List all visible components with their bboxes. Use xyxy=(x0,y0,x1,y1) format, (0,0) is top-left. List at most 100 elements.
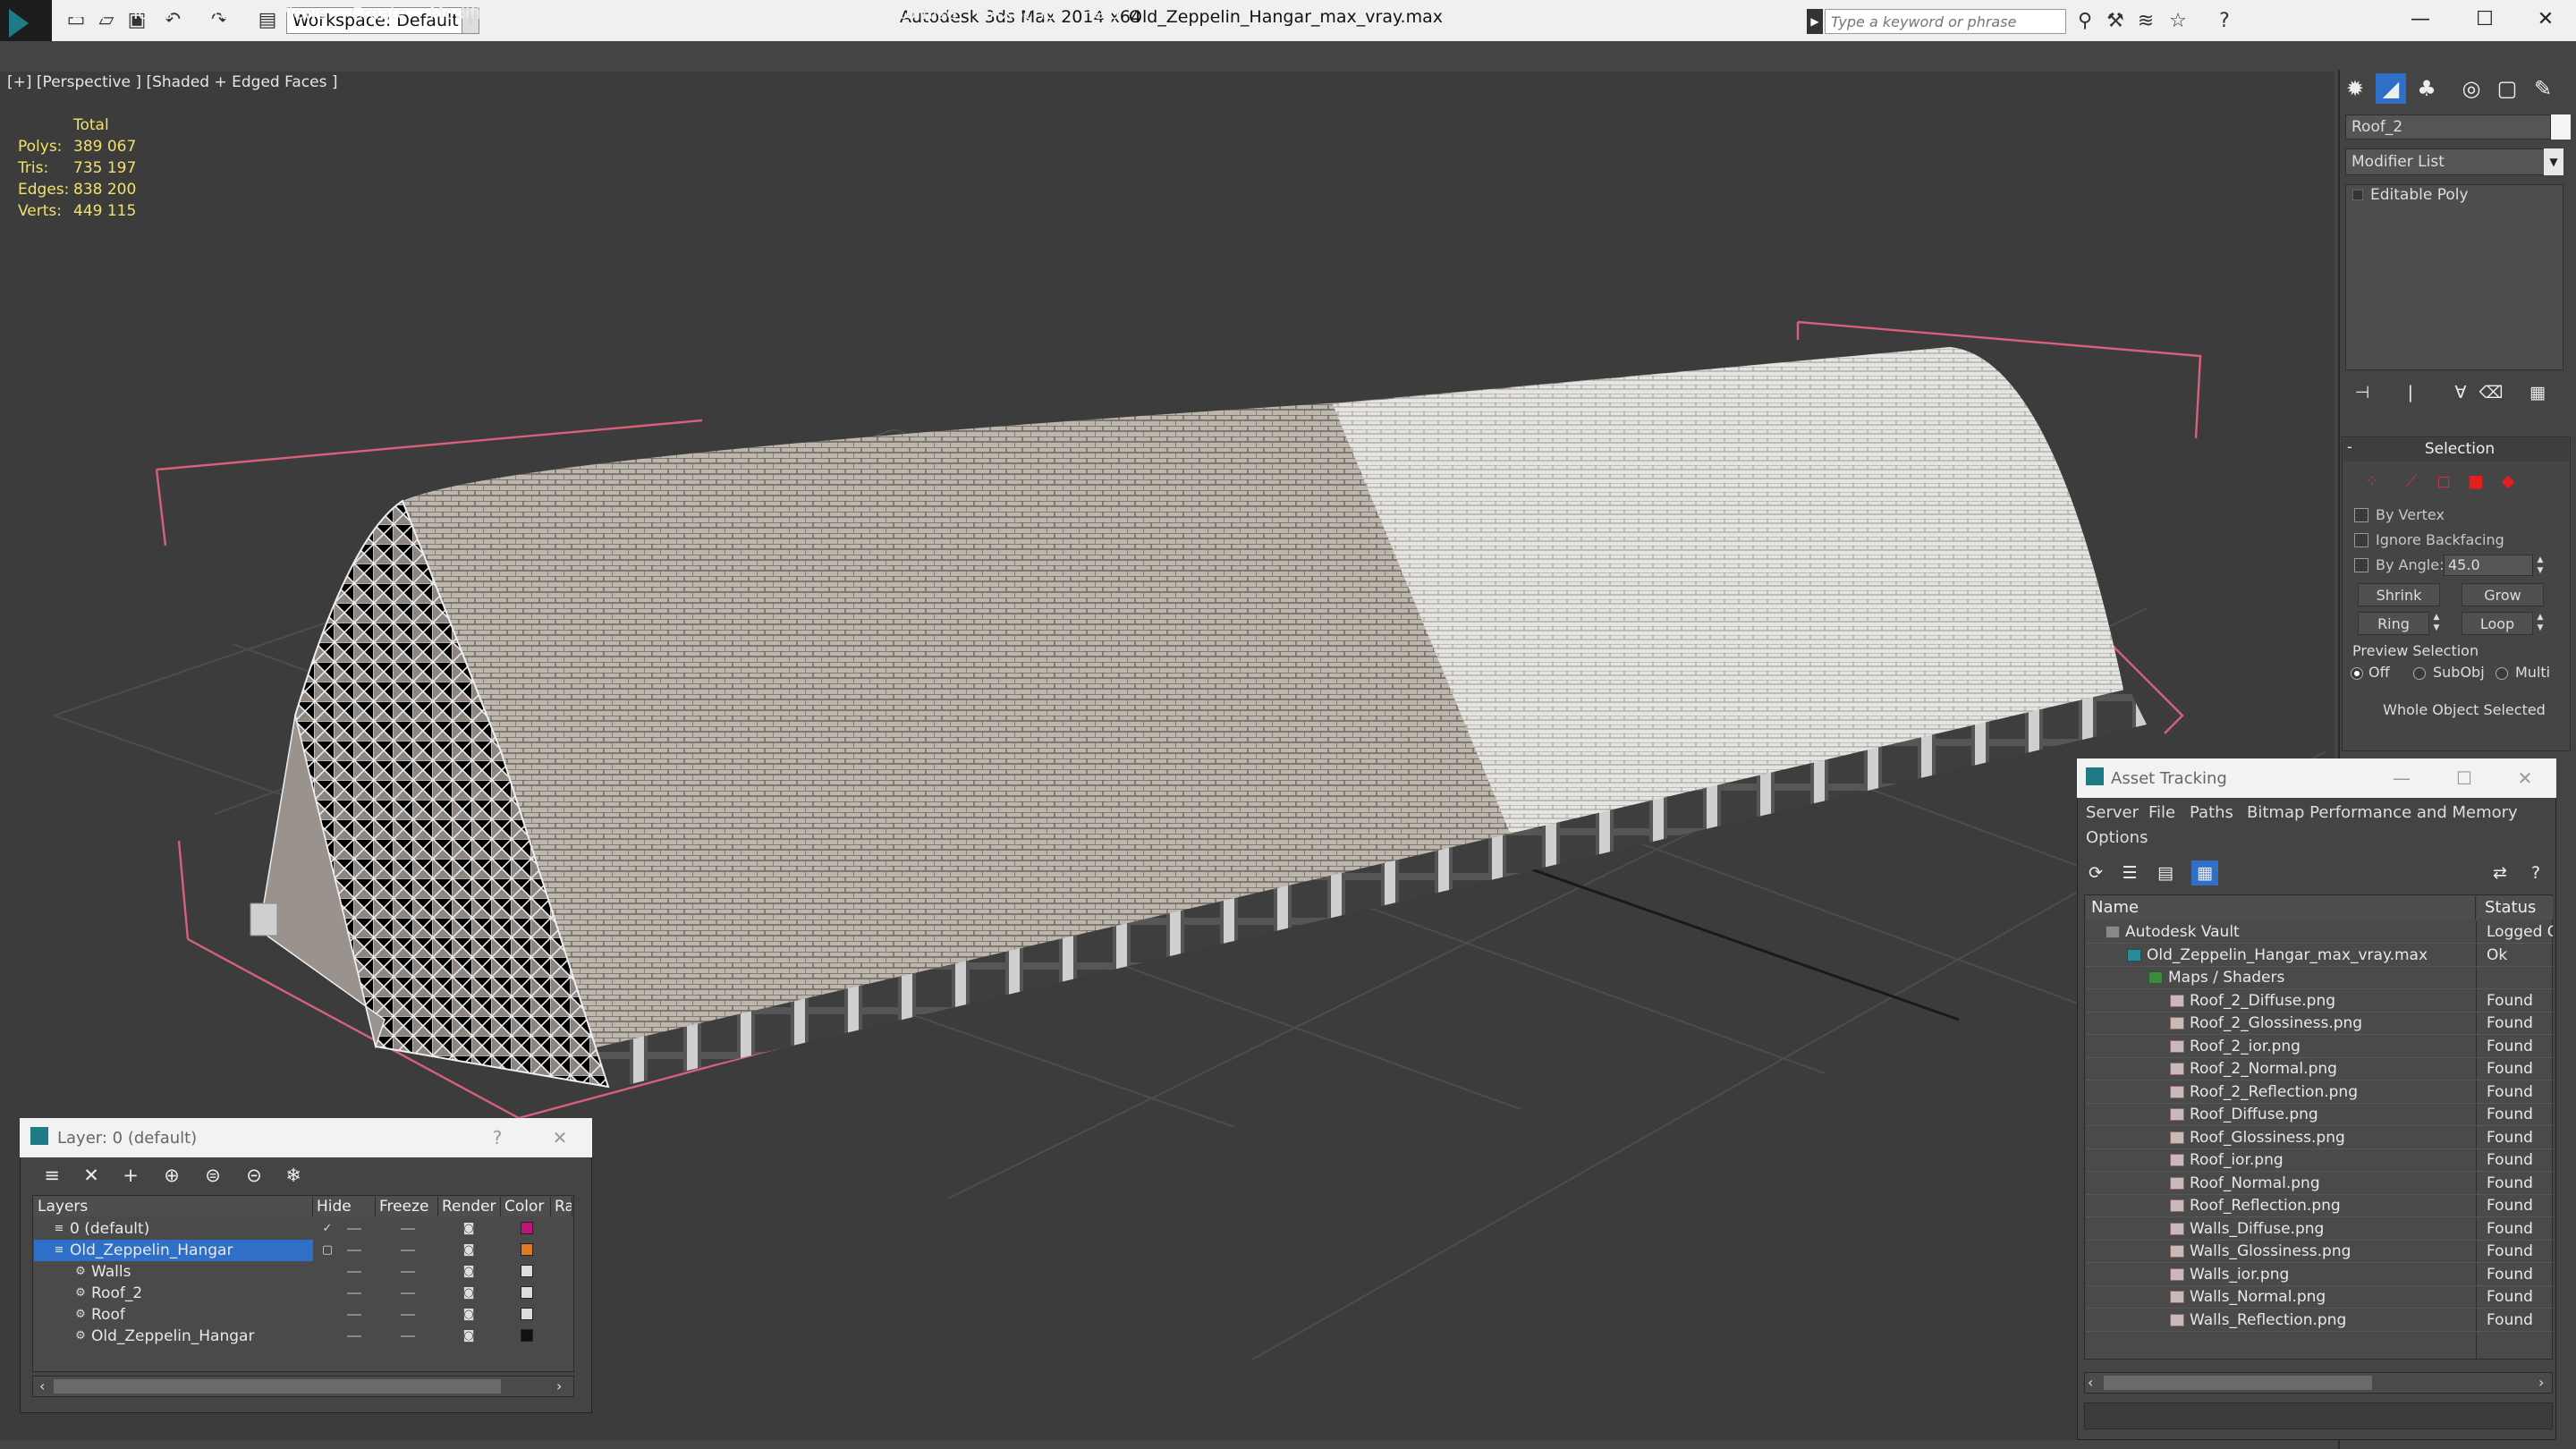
table-row[interactable]: Old_Zeppelin_Hangar_max_vray.max Ok xyxy=(2086,945,2553,967)
add-to-layer-icon[interactable]: + xyxy=(116,1161,145,1190)
motion-tab-icon[interactable]: ◎ xyxy=(2456,73,2487,104)
menu-customize[interactable]: Customize xyxy=(868,4,957,23)
menu-maxscript[interactable]: MAXScript xyxy=(975,4,1063,23)
loop-spinner-icon[interactable]: ▲ ▼ xyxy=(2535,612,2546,633)
render-teapot-icon[interactable]: ◙ xyxy=(462,1308,476,1322)
layer-color-swatch[interactable] xyxy=(521,1286,533,1299)
menu-modifiers[interactable]: Modifiers xyxy=(429,4,507,23)
scroll-left-icon[interactable]: ‹ xyxy=(2088,1374,2093,1391)
loop-button[interactable]: Loop xyxy=(2462,612,2533,635)
freeze-toggle[interactable] xyxy=(401,1271,415,1273)
table-row[interactable]: Maps / Shaders xyxy=(2086,967,2553,989)
layer-row[interactable]: ⚙ Roof ◙ xyxy=(34,1304,572,1326)
layer-row[interactable]: ⚙ Old_Zeppelin_Hangar ◙ xyxy=(34,1326,572,1347)
menu-create[interactable]: Create xyxy=(351,4,407,23)
column-header-render[interactable]: Render xyxy=(438,1197,501,1216)
freeze-toggle[interactable] xyxy=(401,1250,415,1251)
stack-item-editable-poly[interactable]: Editable Poly xyxy=(2352,186,2469,204)
close-icon[interactable]: ✕ xyxy=(533,1120,587,1156)
scroll-right-icon[interactable]: › xyxy=(556,1377,562,1394)
create-tab-icon[interactable]: ✹ xyxy=(2340,73,2370,104)
freeze-toggle[interactable] xyxy=(401,1314,415,1316)
search-expand-icon[interactable]: ▶ xyxy=(1807,9,1823,34)
asset-path-field[interactable] xyxy=(2084,1402,2553,1429)
hide-toggle[interactable] xyxy=(347,1250,361,1251)
menu-rendering[interactable]: Rendering xyxy=(762,4,849,23)
at-menu-bitmap-performance[interactable]: Bitmap Performance and Memory xyxy=(2247,803,2518,822)
table-view-icon[interactable]: ▦ xyxy=(2191,860,2218,886)
table-row[interactable]: Walls_Diffuse.png Found xyxy=(2086,1218,2553,1241)
menu-views[interactable]: Views xyxy=(277,4,326,23)
at-menu-file[interactable]: File xyxy=(2148,803,2175,822)
highlight-layer-icon[interactable]: ⊜ xyxy=(199,1161,227,1190)
minimize-icon[interactable]: — xyxy=(2394,4,2447,36)
render-teapot-icon[interactable]: ◙ xyxy=(462,1329,476,1343)
star-icon[interactable]: ☆ xyxy=(2165,9,2191,34)
close-icon[interactable]: ✕ xyxy=(2519,4,2572,36)
table-row[interactable]: Roof_2_Diffuse.png Found xyxy=(2086,990,2553,1013)
make-unique-icon[interactable]: ∀ xyxy=(2447,381,2474,404)
table-row[interactable]: Roof_Glossiness.png Found xyxy=(2086,1127,2553,1149)
hide-toggle[interactable] xyxy=(347,1335,361,1337)
border-mode-icon[interactable]: ◻ xyxy=(2433,470,2454,492)
help-icon[interactable]: ? xyxy=(2522,860,2549,886)
at-menu-paths[interactable]: Paths xyxy=(2190,803,2233,822)
set-current-layer-icon[interactable]: ▢ xyxy=(320,1243,335,1258)
render-teapot-icon[interactable]: ◙ xyxy=(462,1243,476,1258)
element-mode-icon[interactable]: ◆ xyxy=(2497,470,2519,492)
pin-stack-icon[interactable]: ⊣ xyxy=(2349,381,2376,404)
table-row[interactable]: Walls_ior.png Found xyxy=(2086,1264,2553,1286)
search-input[interactable] xyxy=(1825,9,2066,34)
freeze-all-icon[interactable]: ❄ xyxy=(279,1161,308,1190)
column-header-layers[interactable]: Layers xyxy=(34,1197,313,1216)
hide-toggle[interactable] xyxy=(347,1228,361,1230)
select-objects-icon[interactable]: ⊕ xyxy=(157,1161,186,1190)
lightbulb-icon[interactable] xyxy=(2352,190,2363,200)
hide-toggle[interactable] xyxy=(347,1314,361,1316)
ring-spinner-icon[interactable]: ▲ ▼ xyxy=(2431,612,2442,633)
column-header-freeze[interactable]: Freeze xyxy=(376,1197,438,1216)
object-name-field[interactable]: Roof_2 xyxy=(2345,114,2551,140)
table-row[interactable]: Roof_2_Reflection.png Found xyxy=(2086,1081,2553,1104)
column-header-status[interactable]: Status xyxy=(2478,896,2553,919)
detail-view-icon[interactable]: ▤ xyxy=(2152,860,2179,886)
render-teapot-icon[interactable]: ◙ xyxy=(462,1265,476,1279)
viewport-label[interactable]: [+] [Perspective ] [Shaded + Edged Faces… xyxy=(7,73,337,91)
menu-tools[interactable]: Tools xyxy=(131,4,173,23)
grow-button[interactable]: Grow xyxy=(2462,583,2544,606)
collapse-icon[interactable]: - xyxy=(2347,438,2352,455)
list-view-icon[interactable]: ☰ xyxy=(2116,860,2143,886)
preview-multi-radio[interactable] xyxy=(2496,667,2508,680)
maximize-icon[interactable]: ☐ xyxy=(2433,760,2496,796)
column-header-name[interactable]: Name xyxy=(2086,896,2476,919)
layer-color-swatch[interactable] xyxy=(521,1308,533,1320)
menu-group[interactable]: Group xyxy=(200,4,252,23)
current-layer-check-icon[interactable]: ✓ xyxy=(320,1222,335,1236)
scroll-right-icon[interactable]: › xyxy=(2538,1374,2544,1391)
hide-toggle[interactable] xyxy=(347,1292,361,1294)
table-row[interactable]: Walls_Normal.png Found xyxy=(2086,1286,2553,1309)
polygon-mode-icon[interactable]: ■ xyxy=(2465,470,2487,492)
display-tab-icon[interactable]: ▢ xyxy=(2492,73,2522,104)
modifier-list-dropdown[interactable]: Modifier List xyxy=(2345,148,2563,175)
freeze-toggle[interactable] xyxy=(401,1292,415,1294)
hierarchy-tab-icon[interactable]: ♣ xyxy=(2411,73,2442,104)
modify-tab-icon[interactable]: ◢ xyxy=(2376,73,2406,104)
render-teapot-icon[interactable]: ◙ xyxy=(462,1286,476,1301)
layer-row[interactable]: ⚙ Roof_2 ◙ xyxy=(34,1283,572,1304)
create-layer-icon[interactable]: ≡ xyxy=(38,1161,66,1190)
delete-layer-icon[interactable]: ✕ xyxy=(77,1161,106,1190)
ring-button[interactable]: Ring xyxy=(2358,612,2429,635)
table-row[interactable]: Roof_Reflection.png Found xyxy=(2086,1195,2553,1217)
menu-help[interactable]: Help xyxy=(1080,4,1119,23)
edge-mode-icon[interactable]: ⟋ xyxy=(2401,470,2422,492)
refresh-icon[interactable]: ⟳ xyxy=(2082,860,2109,886)
remove-modifier-icon[interactable]: ⌫ xyxy=(2478,381,2504,404)
spinner-icon[interactable]: ▲ ▼ xyxy=(2535,555,2546,576)
menu-edit[interactable]: Edit xyxy=(72,4,105,23)
layer-color-swatch[interactable] xyxy=(521,1222,533,1234)
table-row[interactable]: Roof_Normal.png Found xyxy=(2086,1173,2553,1195)
scroll-left-icon[interactable]: ‹ xyxy=(39,1377,45,1394)
show-end-result-icon[interactable]: ❘ xyxy=(2397,381,2424,404)
preview-subobj-radio[interactable] xyxy=(2413,667,2426,680)
